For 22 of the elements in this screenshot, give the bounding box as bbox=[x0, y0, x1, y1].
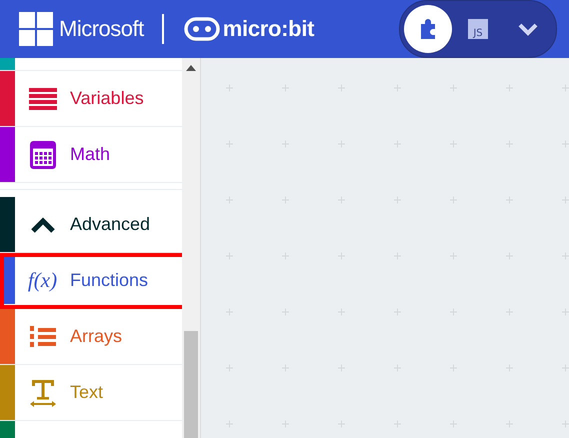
windows-logo-icon bbox=[19, 12, 53, 46]
product-name: micro:bit bbox=[222, 16, 314, 42]
category-item[interactable]: Text bbox=[0, 365, 182, 421]
chevron-down-icon bbox=[517, 22, 539, 36]
puzzle-piece-icon bbox=[419, 18, 437, 40]
category-item[interactable]: f(x) Functions bbox=[0, 253, 182, 309]
calculator-icon bbox=[30, 140, 56, 168]
scroll-up-icon[interactable] bbox=[186, 65, 196, 71]
category-item[interactable]: Advanced bbox=[0, 197, 182, 253]
scrollbar-thumb[interactable] bbox=[184, 331, 198, 438]
scrollbar[interactable] bbox=[182, 58, 201, 438]
javascript-button[interactable]: JS bbox=[454, 5, 502, 53]
category-item[interactable]: Arrays bbox=[0, 309, 182, 365]
category-item[interactable]: Variables bbox=[0, 71, 182, 127]
brand-name: Microsoft bbox=[59, 16, 144, 42]
numbered-list-icon bbox=[30, 324, 56, 348]
robot-face-icon bbox=[184, 17, 220, 41]
function-icon: f(x) bbox=[28, 268, 58, 293]
blocks-button[interactable] bbox=[404, 5, 452, 53]
text-format-icon bbox=[30, 378, 56, 406]
chevron-up-icon bbox=[30, 216, 56, 232]
lines-icon bbox=[28, 88, 56, 110]
